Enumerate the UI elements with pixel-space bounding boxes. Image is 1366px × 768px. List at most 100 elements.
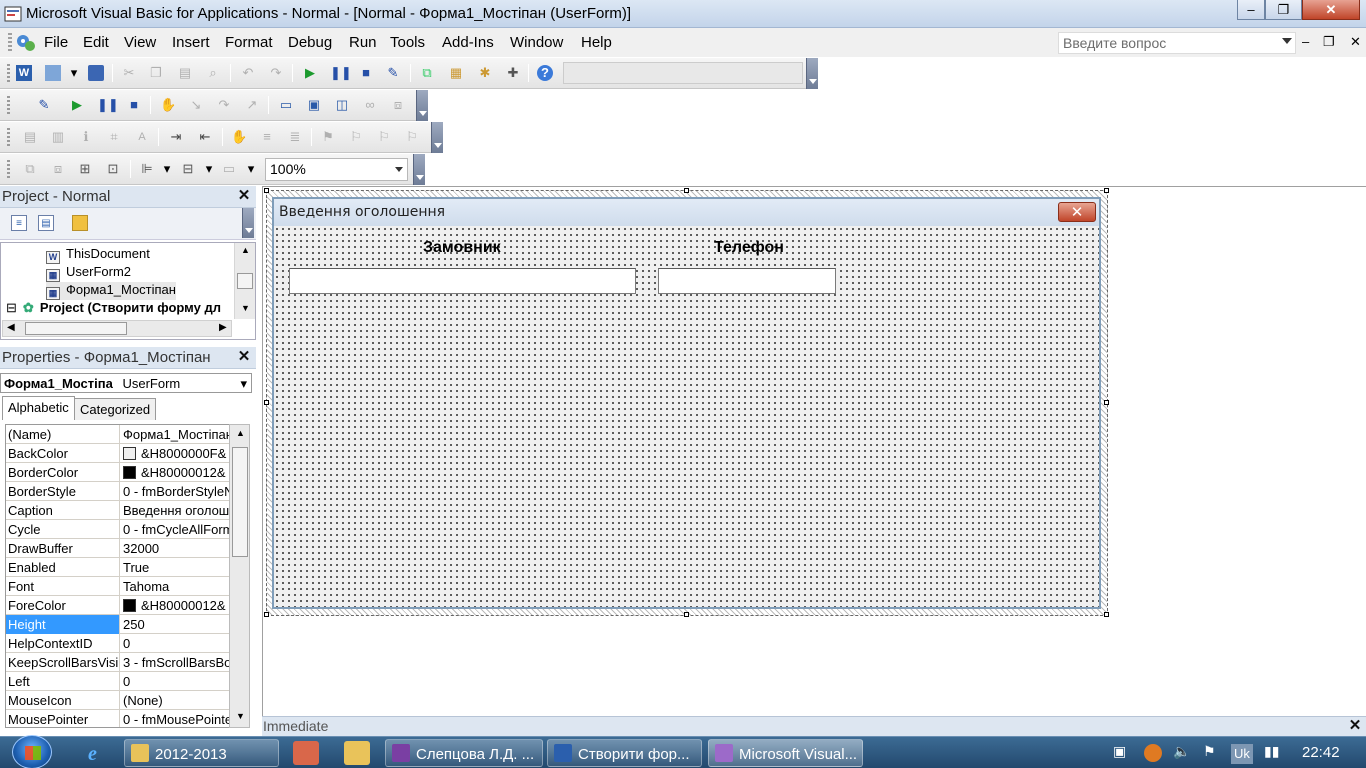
dropdown-arrow-icon[interactable]: ▾ — [159, 161, 175, 177]
media-player-icon[interactable] — [293, 741, 319, 765]
volume-icon[interactable]: 🔈 — [1173, 743, 1190, 760]
panel-options-icon[interactable] — [242, 208, 254, 238]
toggle-folders-icon[interactable] — [72, 215, 88, 231]
clock[interactable]: 22:42 — [1302, 744, 1340, 761]
property-row[interactable]: DrawBuffer 32000 — [6, 539, 230, 558]
property-value[interactable]: &H80000012& — [121, 596, 230, 615]
internet-explorer-icon[interactable]: e — [82, 741, 108, 765]
resize-handle[interactable] — [1104, 612, 1109, 617]
minimize-button[interactable]: ‒ — [1237, 0, 1265, 20]
userform-close-button[interactable]: ✕ — [1058, 202, 1096, 222]
dropdown-arrow-icon[interactable]: ▾ — [243, 161, 259, 177]
design-mode-icon[interactable]: ✎ — [385, 65, 401, 81]
group-icon[interactable]: ⊞ — [77, 161, 93, 177]
menu-insert[interactable]: Insert — [172, 34, 210, 51]
start-button[interactable] — [12, 735, 52, 768]
view-object-icon[interactable]: ▤ — [38, 215, 54, 231]
tab-categorized[interactable]: Categorized — [74, 398, 157, 420]
resize-handle[interactable] — [1104, 400, 1109, 405]
properties-scrollbar[interactable]: ▲ ▼ — [229, 424, 250, 728]
menu-run[interactable]: Run — [349, 34, 377, 51]
dropdown-arrow-icon[interactable]: ▾ — [66, 65, 82, 81]
toolbar-options-icon[interactable] — [806, 58, 818, 89]
toolbar-options-icon[interactable] — [416, 90, 428, 121]
menu-tools[interactable]: Tools — [390, 34, 425, 51]
project-horizontal-scrollbar[interactable]: ◀ ▶ — [2, 320, 232, 337]
resize-handle[interactable] — [264, 188, 269, 193]
menu-help[interactable]: Help — [581, 34, 612, 51]
help-search-input[interactable]: Введите вопрос — [1058, 32, 1296, 54]
tree-item-project[interactable]: ⊟ ✿ Project (Створити форму дл — [6, 300, 221, 316]
toolbar-grip[interactable] — [7, 160, 10, 178]
step-out-icon[interactable]: ↗ — [244, 97, 260, 113]
property-row[interactable]: Caption Введення оголош — [6, 501, 230, 520]
toolbar-grip[interactable] — [7, 96, 10, 114]
find-icon[interactable]: ⌕ — [205, 65, 221, 81]
explorer-icon[interactable] — [344, 741, 370, 765]
view-code-icon[interactable]: ≡ — [11, 215, 27, 231]
property-value[interactable]: 0 - fmBorderStyleN — [121, 482, 230, 501]
step-into-icon[interactable]: ↘ — [188, 97, 204, 113]
phone-textbox[interactable] — [658, 268, 836, 294]
break-icon[interactable]: ❚❚ — [330, 65, 352, 81]
resize-handle[interactable] — [1104, 188, 1109, 193]
indent-icon[interactable]: ⇥ — [168, 129, 184, 145]
make-same-size-icon[interactable]: ▭ — [221, 161, 237, 177]
property-row[interactable]: Enabled True — [6, 558, 230, 577]
scroll-up-icon[interactable]: ▲ — [236, 428, 245, 438]
property-value[interactable]: True — [121, 558, 230, 577]
run-icon[interactable]: ▶ — [69, 97, 85, 113]
object-dropdown-icon[interactable]: ▾ — [240, 376, 247, 392]
locals-window-icon[interactable]: ▭ — [278, 97, 294, 113]
save-icon[interactable] — [88, 65, 104, 81]
run-icon[interactable]: ▶ — [302, 65, 318, 81]
project-close-button[interactable]: ✕ — [236, 188, 252, 204]
scroll-right-icon[interactable]: ▶ — [219, 322, 227, 333]
property-value[interactable]: 0 - fmMousePointe — [121, 710, 230, 727]
property-row[interactable]: Left 0 — [6, 672, 230, 691]
property-value[interactable]: 32000 — [121, 539, 230, 558]
property-value[interactable]: 0 — [121, 672, 230, 691]
resize-handle[interactable] — [264, 400, 269, 405]
list-properties-icon[interactable]: ▤ — [22, 129, 38, 145]
toggle-breakpoint-icon[interactable]: ✋ — [231, 129, 247, 145]
property-row[interactable]: Cycle 0 - fmCycleAllForm — [6, 520, 230, 539]
restore-button[interactable]: ❐ — [1265, 0, 1302, 20]
taskbar-app-folder[interactable]: 2012-2013 — [124, 739, 279, 767]
property-row[interactable]: MouseIcon (None) — [6, 691, 230, 710]
tree-item-form1[interactable]: ▦ Форма1_Мостіпан — [46, 282, 176, 300]
property-value[interactable]: 0 - fmCycleAllForm — [121, 520, 230, 539]
complete-word-icon[interactable]: A — [134, 129, 150, 145]
toolbox-icon[interactable]: ✚ — [505, 65, 521, 81]
quick-info-icon[interactable]: ℹ — [78, 129, 94, 145]
resize-handle[interactable] — [684, 188, 689, 193]
menu-file[interactable]: File — [44, 34, 68, 51]
scroll-thumb[interactable] — [237, 273, 253, 289]
menu-grip[interactable] — [8, 33, 12, 53]
immediate-window-icon[interactable]: ▣ — [306, 97, 322, 113]
word-view-icon[interactable]: W — [16, 65, 32, 81]
property-row[interactable]: ForeColor &H80000012& — [6, 596, 230, 615]
taskbar-app-word[interactable]: Створити фор... — [547, 739, 702, 767]
label-customer[interactable]: Замовник — [423, 239, 501, 257]
previous-bookmark-icon[interactable]: ⚐ — [376, 129, 392, 145]
property-value[interactable]: Форма1_Мостіпан — [121, 425, 230, 444]
copy-icon[interactable]: ❐ — [148, 65, 164, 81]
undo-icon[interactable]: ↶ — [240, 65, 256, 81]
project-explorer-icon[interactable]: ⧉ — [419, 65, 435, 81]
comment-block-icon[interactable]: ≡ — [259, 129, 275, 145]
network-icon[interactable]: ▮▮ — [1264, 743, 1279, 760]
zoom-combo[interactable]: 100% — [265, 158, 408, 181]
property-value[interactable]: 250 — [121, 615, 230, 634]
property-row[interactable]: Height 250 — [6, 615, 230, 634]
tree-item-thisdocument[interactable]: W ThisDocument — [46, 246, 150, 264]
property-value[interactable]: Введення оголош — [121, 501, 230, 520]
toolbar-options-icon[interactable] — [431, 122, 443, 153]
toggle-bookmark-icon[interactable]: ⚑ — [320, 129, 336, 145]
watch-window-icon[interactable]: ◫ — [334, 97, 350, 113]
action-center-icon[interactable]: ▣ — [1113, 743, 1126, 760]
tab-alphabetic[interactable]: Alphabetic — [2, 396, 75, 420]
clear-bookmarks-icon[interactable]: ⚐ — [404, 129, 420, 145]
send-to-back-icon[interactable]: ⧈ — [50, 161, 66, 177]
center-icon[interactable]: ⊟ — [180, 161, 196, 177]
